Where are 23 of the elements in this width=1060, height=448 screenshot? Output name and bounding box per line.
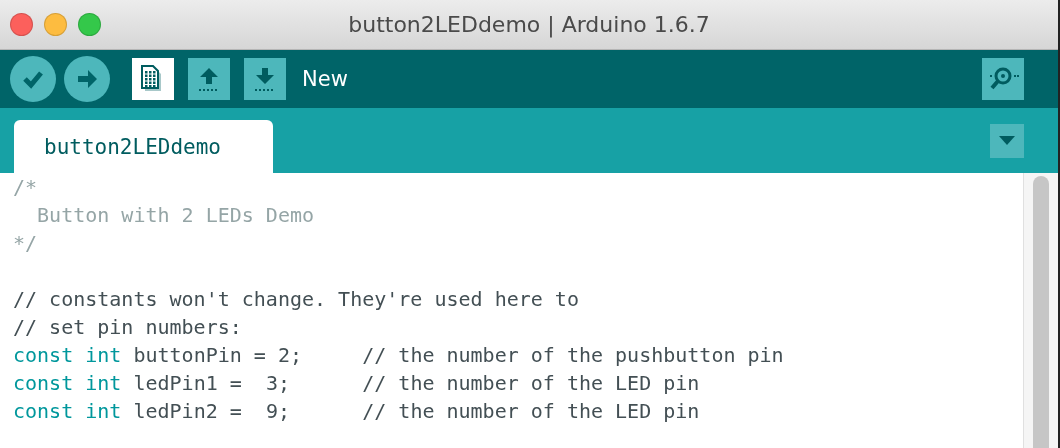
file-tab[interactable]: button2LEDdemo: [14, 120, 273, 173]
zoom-button[interactable]: [78, 13, 101, 36]
code-line: const int ledPin2 = 9; // the number of the LED pin: [13, 398, 700, 425]
comment-line: */: [13, 230, 38, 257]
code-line: const int ledPin1 = 3; // the number of the LED pin: [13, 370, 700, 397]
tab-menu-button[interactable]: [990, 124, 1024, 158]
window-title: button2LEDdemo | Arduino 1.6.7: [347, 12, 711, 37]
comment-line: Button with 2 LEDs Demo: [36, 202, 315, 229]
verify-button[interactable]: [10, 56, 56, 102]
serial-monitor-button[interactable]: [982, 58, 1024, 100]
code-line: const int buttonPin = 2; // the number of the pushbutton pin: [13, 342, 784, 369]
scrollbar[interactable]: [1023, 173, 1058, 448]
save-button[interactable]: [244, 58, 286, 100]
caret-icon: [999, 136, 1015, 146]
open-button[interactable]: [188, 58, 230, 100]
new-button[interactable]: [132, 58, 174, 100]
code-line: // set pin numbers:: [13, 314, 242, 341]
code-line: // constants won't change. They're used here to: [13, 286, 579, 313]
comment-line: /*: [13, 174, 38, 201]
minimize-button[interactable]: [44, 13, 67, 36]
hover-label: New: [302, 67, 348, 91]
close-button[interactable]: [10, 13, 33, 36]
upload-button[interactable]: [64, 56, 110, 102]
